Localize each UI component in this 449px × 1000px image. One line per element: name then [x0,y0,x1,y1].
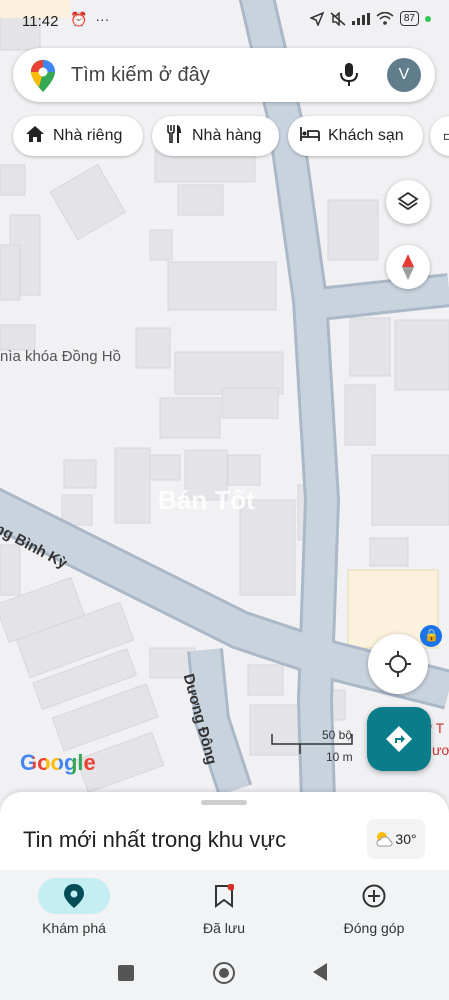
google-logo: Google [20,750,96,776]
home-icon [23,125,47,147]
restaurant-icon [162,124,186,148]
temperature: 30° [395,831,417,847]
more-icon: ··· [95,11,110,27]
lock-icon[interactable]: 🔒 [424,626,439,644]
bottom-sheet[interactable]: Tin mới nhất trong khu vực 30° [0,792,449,872]
explore-pin-icon [64,884,84,908]
status-left-icons: ⏰ ··· [70,11,109,28]
partial-poi-label-2: ươ [432,742,449,758]
search-bar[interactable]: Tìm kiếm ở đây V [13,48,435,102]
layers-button[interactable] [386,180,430,224]
search-input[interactable]: Tìm kiếm ở đây [71,64,210,87]
chip-more[interactable]: ▭ [430,116,449,156]
recent-apps-icon[interactable] [118,965,134,981]
avatar[interactable]: V [387,58,421,92]
chip-label: Nhà riêng [53,127,123,144]
nav-label: Đã lưu [202,920,246,936]
back-icon[interactable] [312,963,328,981]
system-navigation [0,950,449,1000]
battery-level: 87 [399,11,419,26]
compass-button[interactable] [386,245,430,289]
partly-cloudy-icon [376,832,393,847]
sheet-drag-handle[interactable] [201,800,247,805]
microphone-icon[interactable] [339,62,359,88]
maps-pin-logo-icon [31,60,55,92]
watermark: Bán Tốt [158,485,255,515]
location-arrow-icon [309,11,324,26]
chip-nha-hang[interactable]: Nhà hàng [152,116,279,156]
nav-contribute[interactable]: Đóng góp [318,870,430,950]
chip-nha-rieng[interactable]: Nhà riêng [13,116,143,156]
nav-explore[interactable]: Khám phá [28,870,120,950]
place-label[interactable]: nìa khóa Đồng Hồ [0,348,121,365]
chip-khach-san[interactable]: Khách sạn [288,116,423,156]
alarm-icon: ⏰ [70,11,88,27]
status-bar: 11:42 ⏰ ··· 87 [0,0,449,44]
add-circle-icon [362,884,386,908]
google-logo-text: Google [20,750,96,775]
layers-icon [397,191,419,211]
sheet-title: Tin mới nhất trong khu vực [23,827,287,852]
directions-icon [386,726,412,752]
my-location-button[interactable] [368,634,428,694]
category-chips: Nhà riêng Nhà hàng Khách sạn ▭ [0,116,449,158]
active-indicator-dot [425,15,431,22]
home-button-icon[interactable] [213,962,235,984]
chip-label: Khách sạn [328,127,404,144]
nav-saved[interactable]: Đã lưu [168,870,280,950]
nav-label: Đóng góp [343,920,405,936]
bottom-navigation: Khám phá Đã lưu Đóng góp [0,870,449,950]
compass-icon [402,254,414,280]
wifi-icon [376,12,394,25]
weather-chip[interactable]: 30° [367,819,425,859]
map-scale: 50 bộ 10 m [270,728,356,768]
mute-icon [330,11,346,26]
bed-icon [298,126,322,146]
bookmark-icon [215,884,234,908]
crosshair-icon [385,651,411,677]
directions-button[interactable] [367,707,431,771]
status-time: 11:42 [22,13,59,30]
partial-chip-icon: ▭ [438,126,449,146]
signal-icon [351,12,370,25]
nav-label: Khám phá [42,920,106,936]
chip-label: Nhà hàng [192,127,262,144]
status-right-icons: 87 [309,11,431,26]
